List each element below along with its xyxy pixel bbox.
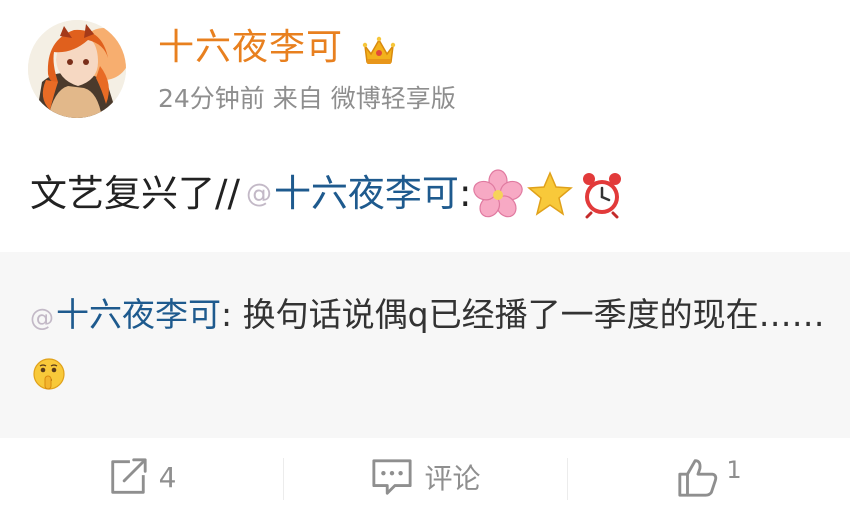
at-sign: @ bbox=[245, 179, 272, 209]
quoted-post[interactable]: @十六夜李可: 换句话说偶q已经播了一季度的现在…… bbox=[0, 252, 850, 438]
username[interactable]: 十六夜李可 bbox=[158, 26, 343, 70]
quoted-post-text: @十六夜李可: 换句话说偶q已经播了一季度的现在…… bbox=[30, 286, 830, 405]
repost-separator: // bbox=[215, 172, 240, 215]
alarm-clock-icon bbox=[577, 169, 627, 219]
thumbs-up-icon bbox=[676, 455, 720, 499]
action-bar: 4 评论 1 bbox=[0, 438, 850, 516]
like-count: 1 bbox=[726, 456, 742, 484]
post-meta: 24分钟前 来自 微博轻享版 bbox=[158, 82, 456, 116]
repost-button[interactable]: 4 bbox=[0, 438, 283, 516]
shushing-face-icon bbox=[32, 351, 66, 390]
post-body: 文艺复兴了 // @ 十六夜李可 : bbox=[30, 166, 627, 222]
repost-icon bbox=[107, 456, 149, 498]
mention-link[interactable]: 十六夜李可 bbox=[274, 166, 459, 222]
quoted-body: 换句话说偶q已经播了一季度的现在…… bbox=[242, 295, 825, 334]
like-button[interactable]: 1 bbox=[568, 438, 850, 516]
repost-count: 4 bbox=[158, 460, 177, 494]
post-time: 24分钟前 bbox=[158, 84, 265, 113]
comment-button[interactable]: 评论 bbox=[284, 438, 567, 516]
crown-icon bbox=[361, 32, 397, 68]
source-label: 来自 bbox=[272, 84, 323, 113]
mention-colon: : bbox=[458, 172, 472, 215]
comment-icon bbox=[370, 456, 414, 498]
avatar[interactable] bbox=[28, 20, 126, 118]
star-icon bbox=[525, 169, 575, 219]
comment-label: 评论 bbox=[424, 462, 481, 495]
quoted-at-sign: @ bbox=[30, 304, 54, 332]
cherry-blossom-icon bbox=[473, 169, 524, 219]
post-text: 文艺复兴了 bbox=[30, 172, 215, 215]
quoted-colon: : bbox=[221, 295, 233, 334]
source-client[interactable]: 微博轻享版 bbox=[331, 84, 456, 113]
quoted-mention-link[interactable]: 十六夜李可 bbox=[56, 295, 221, 334]
